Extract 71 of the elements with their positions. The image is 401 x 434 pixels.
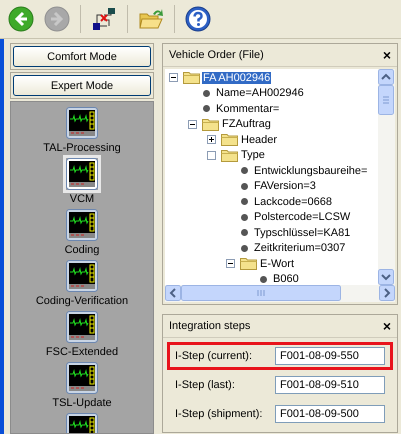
module-label: TSL-Update <box>52 397 112 409</box>
tree-item[interactable]: Typschlüssel=KA81 <box>253 226 352 239</box>
field-label: I-Step (last): <box>175 379 236 391</box>
folder-icon <box>221 148 238 162</box>
mode-button[interactable]: Comfort Mode <box>13 46 151 67</box>
bullet-icon <box>241 214 248 221</box>
horizontal-scrollbar[interactable] <box>165 285 395 302</box>
tree-toggle[interactable] <box>207 150 216 160</box>
bullet-icon <box>241 229 248 236</box>
bullet-icon <box>260 276 267 283</box>
collapse-toggle[interactable] <box>169 73 178 82</box>
folder-icon <box>221 133 238 146</box>
bullet-icon <box>241 182 248 190</box>
module-item[interactable]: TAL-Processing <box>43 107 121 154</box>
module-item[interactable]: Coding-Verification <box>36 260 128 307</box>
tree-item[interactable]: FAVersion=3 <box>253 180 317 192</box>
bullet-icon <box>241 167 248 174</box>
panel-title: Vehicle Order (File) <box>169 49 264 61</box>
scroll-thumb-icon[interactable] <box>378 85 394 115</box>
scroll-down-icon[interactable] <box>378 269 394 285</box>
input-field[interactable]: F001-08-09-510 <box>275 376 385 394</box>
vertical-scrollbar[interactable] <box>378 69 395 285</box>
module-item[interactable]: VCM <box>66 158 98 205</box>
tree-item[interactable]: E-Wort <box>259 258 296 270</box>
monitor-icon <box>66 260 98 292</box>
monitor-icon <box>66 209 98 241</box>
module-label: TAL-Processing <box>43 142 121 154</box>
tree-item[interactable]: Polstercode=LCSW <box>253 211 352 224</box>
folder-icon <box>240 257 257 270</box>
monitor-icon <box>66 107 98 139</box>
monitor-icon <box>66 311 98 343</box>
field-label: I-Step (current): <box>175 350 254 362</box>
module-label: VCM <box>70 193 94 205</box>
tree-item[interactable]: FZAuftrag <box>221 118 272 130</box>
bullet-icon <box>241 244 248 252</box>
tree-item[interactable]: Lackcode=0668 <box>253 196 333 208</box>
tree-item[interactable]: Name=AH002946 <box>215 87 305 100</box>
module-label: Coding-Verification <box>36 295 128 307</box>
input-field[interactable]: F001-08-09-500 <box>275 405 385 423</box>
tree-item[interactable]: Kommentar= <box>215 102 280 115</box>
module-label: FSC-Extended <box>46 346 118 358</box>
bullet-icon <box>203 105 210 112</box>
tree-item[interactable]: B060 <box>272 273 300 285</box>
module-item[interactable]: Coding <box>64 209 100 256</box>
bullet-icon <box>241 198 248 206</box>
scroll-up-icon[interactable] <box>378 69 394 85</box>
scroll-left-icon[interactable] <box>165 285 181 301</box>
collapse-toggle[interactable] <box>226 259 235 268</box>
monitor-icon <box>66 362 98 394</box>
scroll-right-icon[interactable] <box>379 285 395 301</box>
expand-toggle[interactable] <box>207 135 216 144</box>
input-field[interactable]: F001-08-09-550 <box>275 347 385 365</box>
collapse-toggle[interactable] <box>188 120 197 129</box>
tree-item[interactable]: Header <box>240 134 278 146</box>
tree-item[interactable]: FA AH002946 <box>202 72 272 84</box>
close-button[interactable]: × <box>382 318 391 334</box>
tree-item[interactable]: Entwicklungsbaureihe= <box>253 164 368 177</box>
folder-icon <box>183 71 200 84</box>
tree-item[interactable]: Type <box>240 149 266 162</box>
monitor-icon <box>66 158 98 190</box>
module-item[interactable]: FSC-Extended <box>46 311 118 358</box>
tree-item[interactable]: Zeitkriterium=0307 <box>253 242 346 254</box>
folder-icon <box>202 118 219 131</box>
field-label: I-Step (shipment): <box>175 408 264 420</box>
mode-button[interactable]: Expert Mode <box>13 75 151 96</box>
module-item[interactable]: TSL-Update <box>52 362 112 409</box>
close-button[interactable]: × <box>382 47 391 63</box>
bullet-icon <box>203 90 210 97</box>
module-label: Coding <box>64 244 100 256</box>
panel-title: Integration steps <box>169 320 250 332</box>
scroll-thumb-icon[interactable] <box>181 285 341 301</box>
